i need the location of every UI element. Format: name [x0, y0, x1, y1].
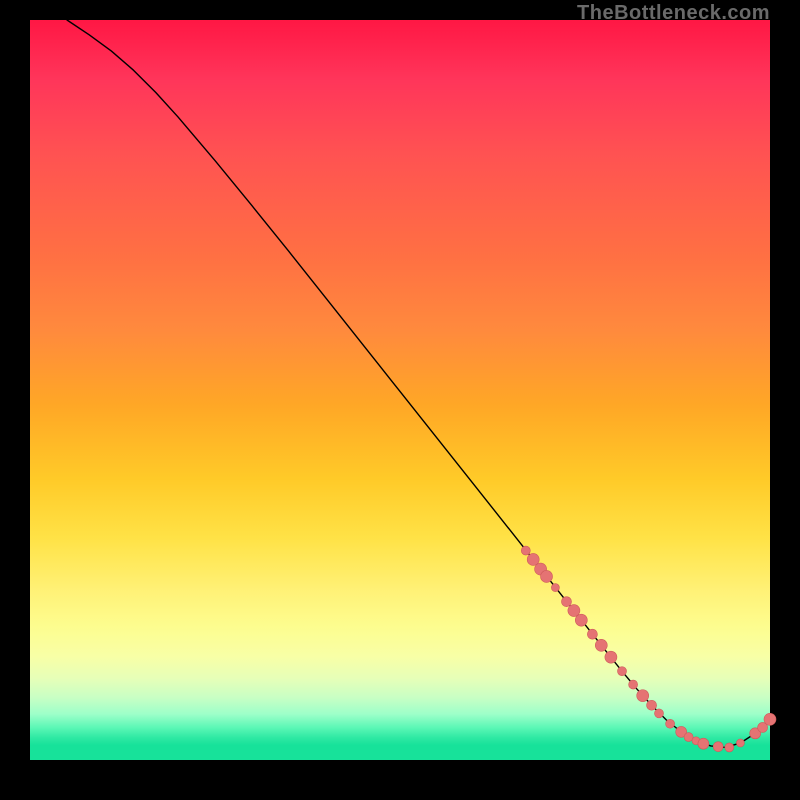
chart-point	[541, 570, 553, 582]
chart-point	[637, 690, 649, 702]
chart-point	[647, 700, 657, 710]
chart-point	[629, 680, 638, 689]
chart-point	[736, 739, 744, 747]
chart-point	[713, 742, 723, 752]
chart-point	[655, 709, 664, 718]
chart-plot	[30, 20, 770, 760]
chart-point	[764, 713, 776, 725]
chart-point	[562, 597, 572, 607]
chart-point	[587, 629, 597, 639]
chart-point	[698, 738, 709, 749]
chart-points	[521, 546, 776, 752]
chart-point	[595, 639, 607, 651]
chart-point	[618, 667, 627, 676]
chart-point	[575, 614, 587, 626]
chart-point	[551, 584, 559, 592]
chart-point	[666, 719, 675, 728]
chart-point	[605, 651, 617, 663]
chart-point	[725, 743, 734, 752]
chart-point	[521, 546, 530, 555]
chart-curve	[67, 20, 770, 747]
